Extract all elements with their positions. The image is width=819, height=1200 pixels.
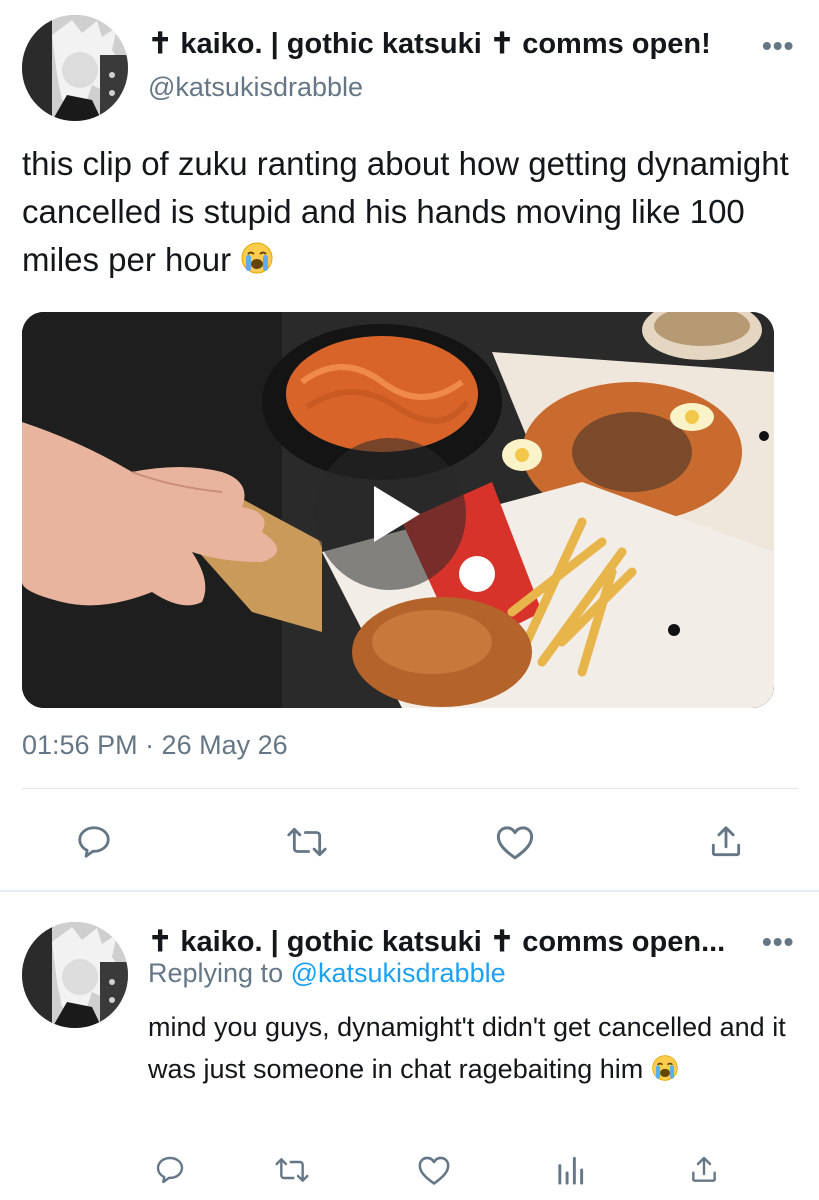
reply-tweet-like-button[interactable] [414,1150,454,1190]
share-icon [711,826,741,857]
like-icon [496,826,534,860]
loudly-crying-face-icon [240,240,274,288]
replying-to-handle[interactable]: @katsukisdrabble [291,958,506,988]
loudly-crying-face-icon [651,1052,679,1094]
replying-to: Replying to @katsukisdrabble [148,958,506,989]
main-tweet-timestamp[interactable]: 01:56 PM · 26 May 26 [22,730,288,761]
main-tweet-text: this clip of zuku ranting about how gett… [22,145,789,278]
share-button[interactable] [704,820,748,864]
retweet-icon [287,827,327,857]
main-tweet-more-icon[interactable]: ••• [762,30,794,62]
main-tweet-handle[interactable]: @katsukisdrabble [148,72,363,103]
main-tweet-display-name[interactable]: ✝ kaiko. | gothic katsuki ✝ comms open! [148,26,711,61]
reply-tweet-text: mind you guys, dynamight't didn't get ca… [148,1012,786,1084]
reply-tweet-display-name[interactable]: ✝ kaiko. | gothic katsuki ✝ comms open..… [148,924,725,959]
like-button[interactable] [493,820,537,864]
main-tweet-body: this clip of zuku ranting about how gett… [22,140,812,288]
reply-tweet-reply-button[interactable] [150,1150,190,1190]
share-icon [692,1156,716,1182]
reply-button[interactable] [72,820,116,864]
play-icon [374,486,420,542]
like-icon [418,1156,450,1185]
reply-tweet-body: mind you guys, dynamight't didn't get ca… [148,1006,798,1094]
divider [0,890,819,892]
retweet-button[interactable] [283,820,331,864]
reply-tweet-avatar[interactable] [22,922,128,1028]
divider [22,788,798,789]
replying-to-label: Replying to [148,958,291,988]
reply-icon [78,826,110,858]
reply-tweet-analytics-button[interactable] [550,1150,590,1190]
retweet-icon [275,1158,309,1182]
play-button[interactable] [314,438,466,590]
reply-tweet-more-icon[interactable]: ••• [762,926,794,958]
main-tweet-avatar[interactable] [22,15,128,121]
reply-icon [156,1156,184,1184]
analytics-icon [558,1156,584,1185]
reply-tweet-share-button[interactable] [684,1150,724,1190]
reply-tweet-retweet-button[interactable] [270,1150,314,1190]
video-thumbnail[interactable] [22,312,774,708]
